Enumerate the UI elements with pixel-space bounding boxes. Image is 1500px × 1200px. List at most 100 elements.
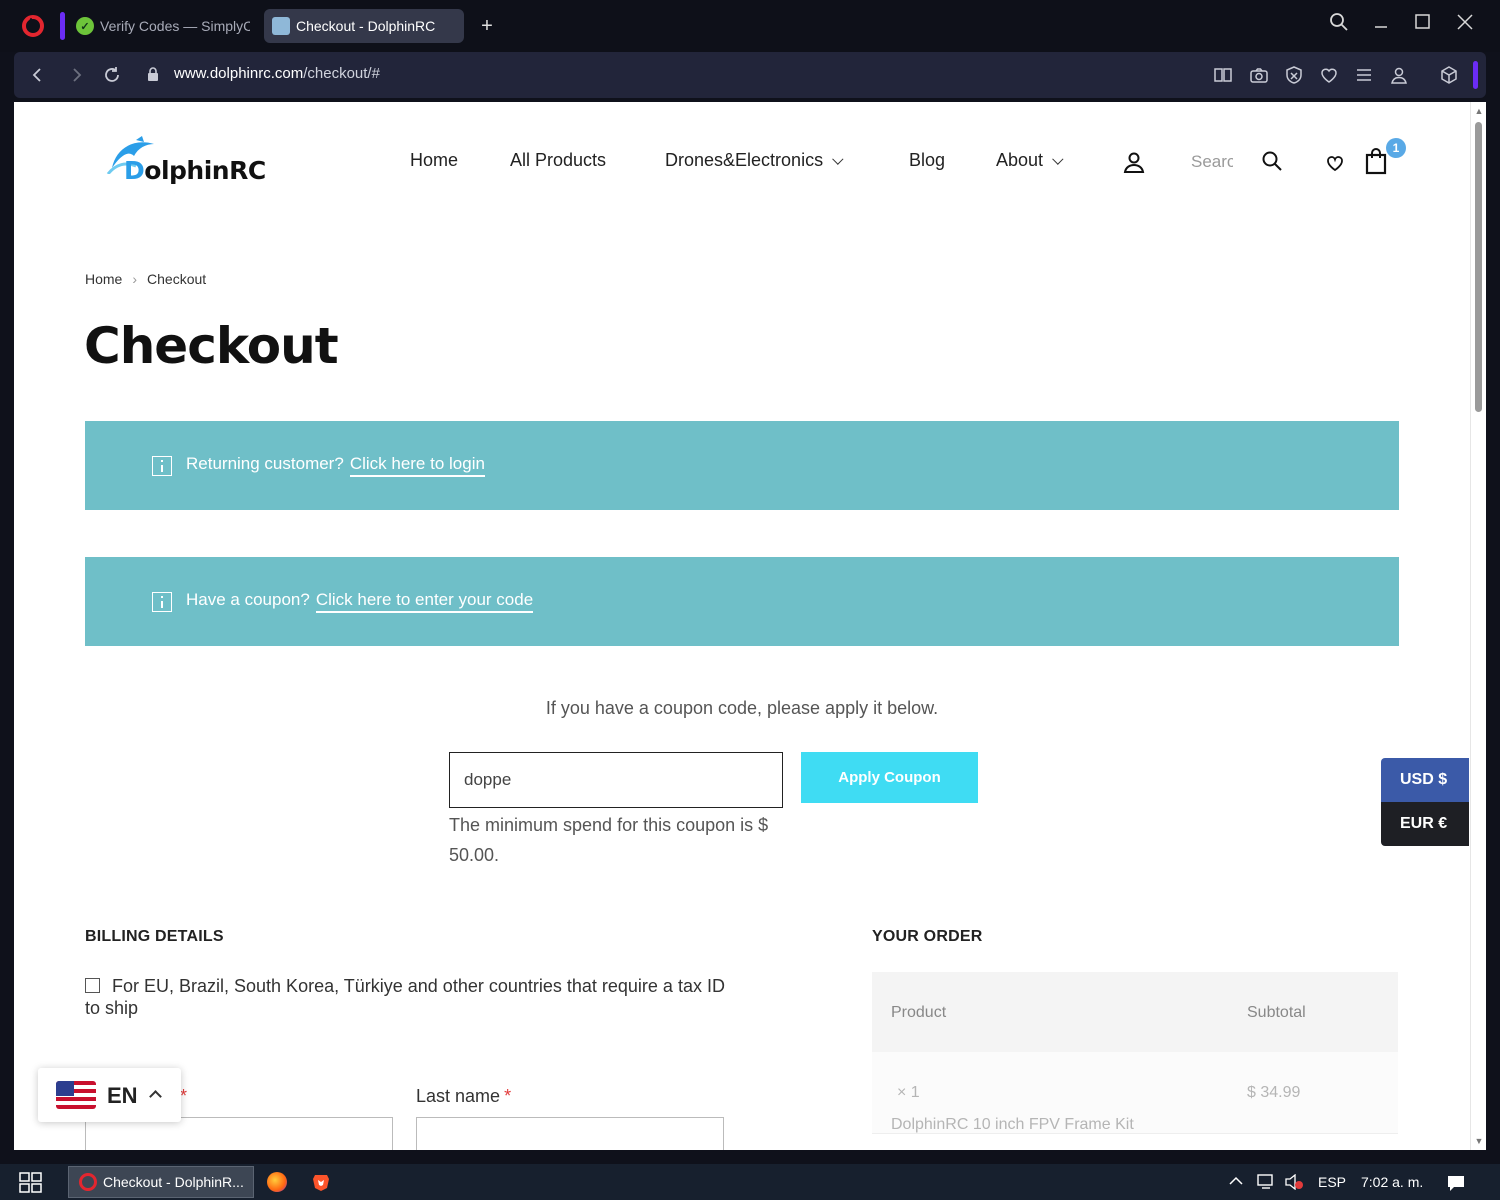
chevron-down-icon <box>1052 153 1064 165</box>
wishlist-heart-icon[interactable] <box>1325 153 1345 178</box>
apply-coupon-button[interactable]: Apply Coupon <box>801 752 978 803</box>
firefox-icon[interactable] <box>267 1172 287 1192</box>
start-menu-icon[interactable] <box>19 1172 43 1194</box>
browser-tab-bar: ✓ Verify Codes — SimplyCodes Checkout - … <box>0 0 1500 52</box>
sidebar-accent-bar <box>1473 61 1478 89</box>
tax-id-label: For EU, Brazil, South Korea, Türkiye and… <box>85 976 725 1018</box>
new-tab-plus-icon[interactable]: + <box>476 15 498 37</box>
coupon-hint: If you have a coupon code, please apply … <box>545 698 939 718</box>
maximize-icon[interactable] <box>1408 12 1438 40</box>
page-scrollbar[interactable]: ▲ ▼ <box>1470 102 1486 1150</box>
coupon-code-input[interactable] <box>449 752 783 808</box>
url-host: www.dolphinrc.com <box>174 65 304 82</box>
coupon-notice-text: Have a coupon? <box>186 590 310 609</box>
breadcrumb: Home › Checkout <box>85 271 206 287</box>
input-language[interactable]: ESP <box>1318 1174 1346 1190</box>
heart-bookmark-icon[interactable] <box>1318 64 1340 86</box>
simplycodes-favicon-icon: ✓ <box>76 17 94 35</box>
back-icon[interactable] <box>26 64 48 86</box>
forward-icon[interactable] <box>66 64 88 86</box>
minimize-icon[interactable] <box>1366 12 1396 40</box>
order-item-name: DolphinRC 10 inch FPV Frame Kit × 1 <box>891 1084 1134 1133</box>
url-field[interactable]: www.dolphinrc.com/checkout/# <box>174 65 380 82</box>
coupon-notice: Have a coupon? Click here to enter your c… <box>85 557 1399 646</box>
taskbar-opera-window[interactable]: Checkout - DolphinR... <box>68 1166 254 1198</box>
tray-expand-icon[interactable] <box>1228 1174 1244 1191</box>
login-notice: Returning customer? Click here to login <box>85 421 1399 510</box>
easy-setup-menu-icon[interactable] <box>1353 64 1375 86</box>
notifications-icon[interactable] <box>1446 1174 1466 1195</box>
url-path: /checkout/# <box>303 65 380 82</box>
col-subtotal: Subtotal <box>1247 1004 1306 1021</box>
page-viewport: DolphinRC Home All Products Drones&Elect… <box>14 102 1470 1150</box>
tab-label: Checkout - DolphinRC <box>296 18 436 34</box>
opera-menu-icon[interactable] <box>22 15 44 37</box>
login-link[interactable]: Click here to login <box>349 454 485 477</box>
logo-text: DolphinRC <box>124 156 266 185</box>
enter-coupon-link[interactable]: Click here to enter your code <box>315 590 534 613</box>
volume-muted-icon[interactable] <box>1284 1173 1304 1193</box>
windows-taskbar: Checkout - DolphinR... ESP 7:02 a. m. <box>0 1164 1500 1200</box>
profile-icon[interactable] <box>1388 64 1410 86</box>
account-icon[interactable] <box>1122 150 1146 179</box>
coupon-error-message: The minimum spend for this coupon is $ 5… <box>449 815 769 865</box>
last-name-field[interactable] <box>416 1117 724 1150</box>
snapshot-camera-icon[interactable] <box>1248 64 1270 86</box>
chevron-up-icon <box>149 1090 162 1103</box>
scroll-thumb[interactable] <box>1475 122 1482 412</box>
dolphinrc-favicon-icon <box>272 17 290 35</box>
language-code: EN <box>107 1083 138 1108</box>
lock-icon[interactable] <box>147 67 159 81</box>
dolphinrc-logo[interactable]: DolphinRC <box>106 134 266 190</box>
tax-id-checkbox[interactable] <box>85 978 100 993</box>
table-row: DolphinRC 10 inch FPV Frame Kit × 1 $ 34… <box>872 1052 1398 1134</box>
network-icon[interactable] <box>1256 1174 1276 1193</box>
info-icon <box>152 592 172 612</box>
info-icon <box>152 456 172 476</box>
search-input[interactable]: Search <box>1191 152 1233 172</box>
ad-blocker-icon[interactable] <box>1283 64 1305 86</box>
required-mark: * <box>504 1086 512 1106</box>
language-switcher[interactable]: EN <box>38 1068 181 1122</box>
nav-blog[interactable]: Blog <box>909 150 945 171</box>
taskbar-app-label: Checkout - DolphinR... <box>103 1174 244 1190</box>
scroll-up-icon[interactable]: ▲ <box>1474 106 1484 116</box>
order-table-header: Product Subtotal <box>872 972 1398 1052</box>
currency-usd-button[interactable]: USD $ <box>1381 758 1469 802</box>
required-mark: * <box>180 1086 188 1106</box>
search-tabs-icon[interactable] <box>1324 12 1354 40</box>
cart-count-badge: 1 <box>1386 138 1406 158</box>
nav-drones-electronics[interactable]: Drones&Electronics <box>665 150 844 171</box>
tab-accent-bar <box>60 12 65 40</box>
breadcrumb-home[interactable]: Home <box>85 271 122 287</box>
tax-id-option[interactable]: For EU, Brazil, South Korea, Türkiye and… <box>85 975 735 1019</box>
tab-verify-codes[interactable]: ✓ Verify Codes — SimplyCodes <box>68 9 258 43</box>
search-icon[interactable] <box>1261 150 1283 177</box>
order-table: Product Subtotal DolphinRC 10 inch FPV F… <box>872 972 1398 1150</box>
chevron-down-icon <box>832 153 844 165</box>
reload-icon[interactable] <box>101 64 123 86</box>
address-bar: www.dolphinrc.com/checkout/# <box>14 52 1486 98</box>
tab-label: Verify Codes — SimplyCodes <box>100 18 250 34</box>
nav-about[interactable]: About <box>996 150 1064 171</box>
reader-mode-icon[interactable] <box>1212 64 1234 86</box>
order-item-qty: × 1 <box>897 1084 920 1101</box>
cart-bag-icon[interactable] <box>1364 147 1388 180</box>
last-name-label: Last name * <box>416 1086 512 1106</box>
page-title: Checkout <box>84 317 339 375</box>
nav-home[interactable]: Home <box>410 150 458 171</box>
scroll-down-icon[interactable]: ▼ <box>1474 1136 1484 1146</box>
brave-icon[interactable] <box>311 1172 331 1192</box>
us-flag-icon <box>56 1081 96 1109</box>
breadcrumb-separator-icon: › <box>132 271 138 287</box>
login-notice-text: Returning customer? <box>186 454 344 473</box>
col-product: Product <box>891 1004 947 1021</box>
order-item-subtotal: $ 34.99 <box>1247 1084 1301 1101</box>
nav-all-products[interactable]: All Products <box>510 150 606 171</box>
clock[interactable]: 7:02 a. m. <box>1361 1174 1423 1190</box>
tab-checkout[interactable]: Checkout - DolphinRC <box>264 9 464 43</box>
extensions-cube-icon[interactable] <box>1438 64 1460 86</box>
close-window-icon[interactable] <box>1450 12 1480 40</box>
order-heading: YOUR ORDER <box>872 928 983 945</box>
currency-eur-button[interactable]: EUR € <box>1381 802 1469 846</box>
